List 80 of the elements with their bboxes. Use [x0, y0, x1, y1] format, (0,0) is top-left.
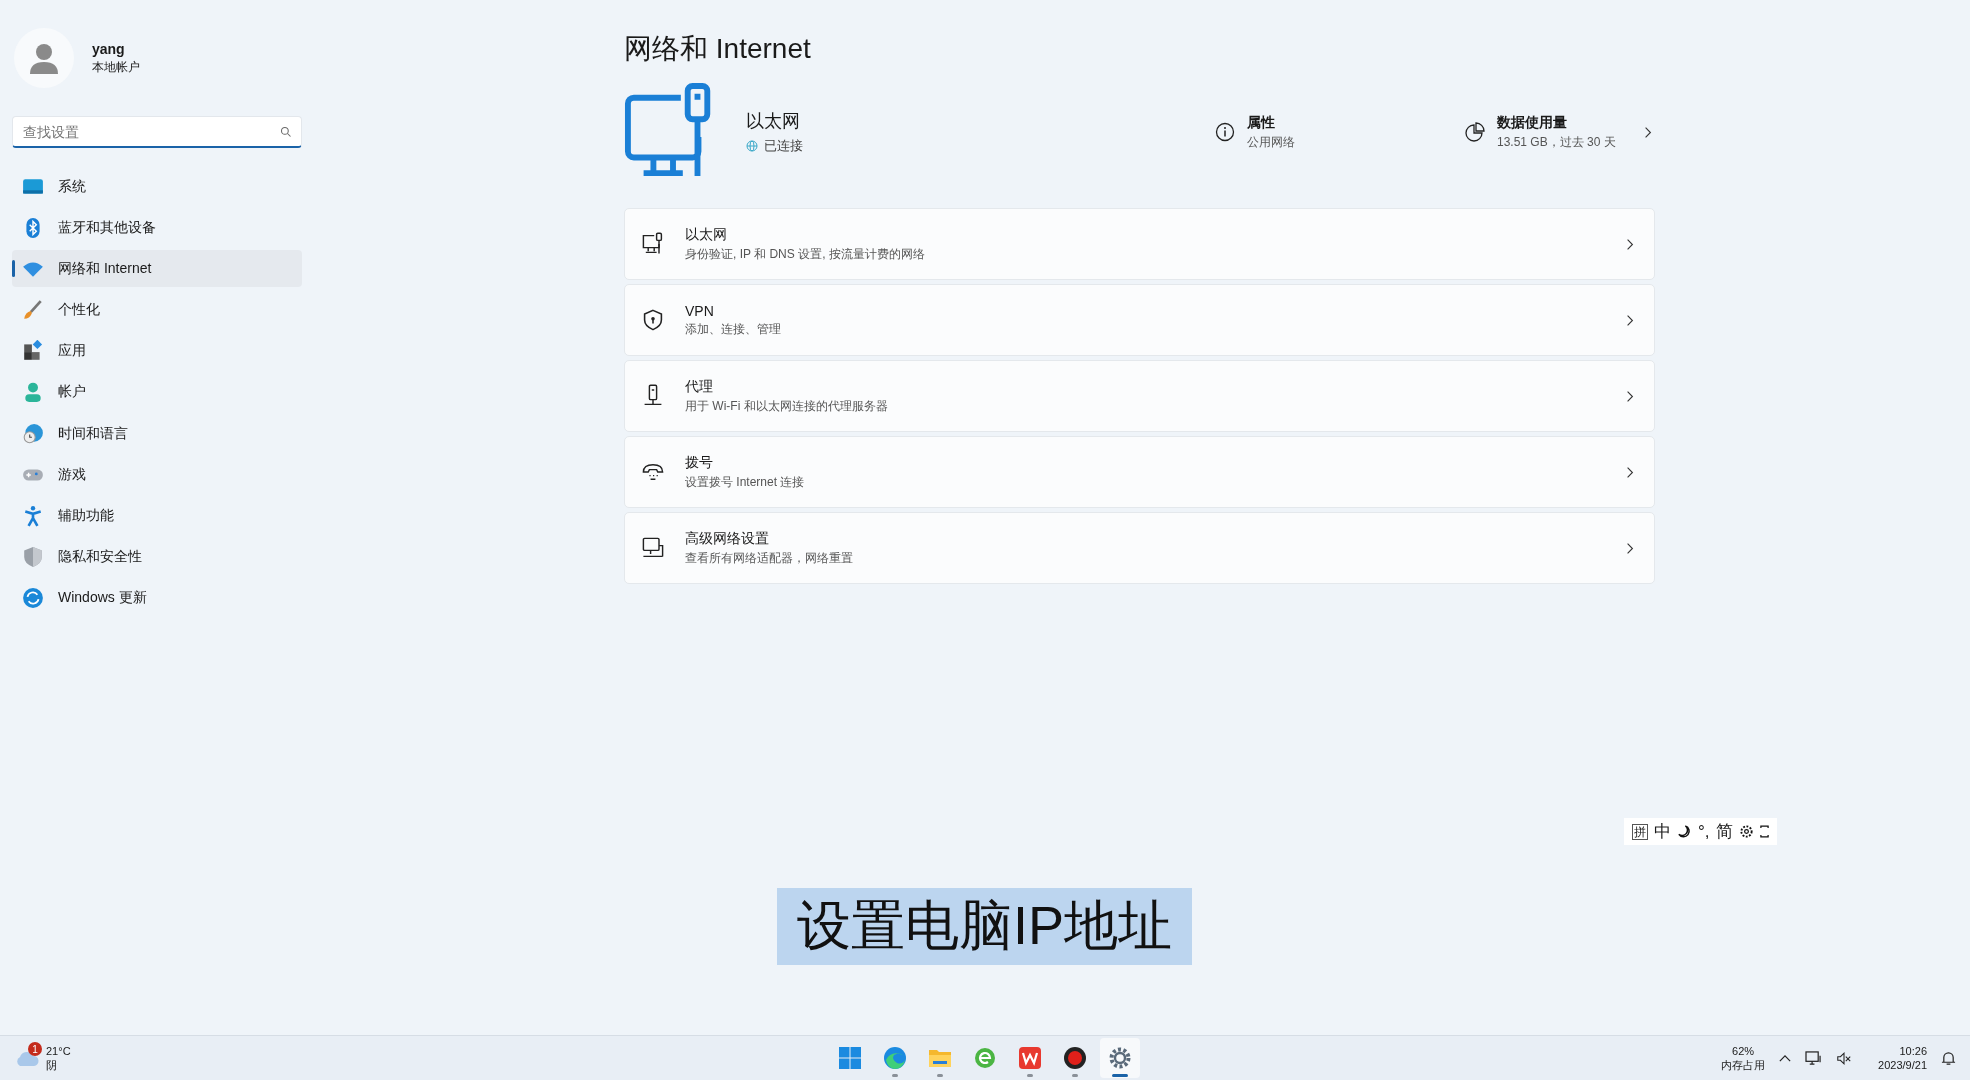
moon-icon[interactable]	[1677, 824, 1692, 839]
windows-logo-icon	[838, 1046, 862, 1070]
connection-name: 以太网	[746, 110, 801, 133]
settings-icon[interactable]	[1738, 824, 1754, 839]
settings-card[interactable]: 以太网 身份验证, IP 和 DNS 设置, 按流量计费的网络	[624, 208, 1655, 280]
ime-button[interactable]: 简	[1715, 820, 1733, 843]
clock-time: 10:26	[1898, 1044, 1927, 1058]
temperature: 21°C	[46, 1044, 71, 1058]
card-subtitle: 添加、连接、管理	[685, 320, 782, 338]
browser-wave-icon	[883, 1046, 907, 1070]
apps-icon	[22, 340, 44, 363]
record-icon	[1063, 1046, 1087, 1070]
taskbar-app[interactable]	[1100, 1038, 1140, 1078]
data-usage-link[interactable]: 数据使用量 13.51 GB，过去 30 天	[1465, 113, 1652, 151]
account-type: 本地帐户	[92, 58, 140, 76]
shield-icon	[641, 308, 665, 332]
card-subtitle: 设置拨号 Internet 连接	[685, 473, 806, 491]
brush-icon	[22, 299, 44, 322]
settings-card[interactable]: VPN 添加、连接、管理	[624, 284, 1655, 356]
search-icon	[280, 126, 292, 138]
card-subtitle: 身份验证, IP 和 DNS 设置, 按流量计费的网络	[685, 245, 926, 263]
w-logo-icon	[1018, 1046, 1042, 1070]
ime-button[interactable]: °,	[1698, 821, 1710, 842]
search-field[interactable]: 查找设置	[12, 116, 302, 148]
properties-link[interactable]: 属性 公用网络	[1215, 113, 1465, 151]
network-monitor-icon	[641, 536, 665, 560]
chevron-up-icon[interactable]	[1779, 1053, 1792, 1063]
ethernet-icon	[641, 232, 665, 256]
chevron-right-icon	[1626, 465, 1634, 479]
browser-e-icon	[973, 1046, 997, 1070]
chevron-right-icon	[1626, 389, 1634, 403]
chevron-right-icon	[1626, 541, 1634, 555]
bell-icon[interactable]	[1941, 1050, 1956, 1066]
pie-chart-icon	[1465, 122, 1485, 142]
card-subtitle: 用于 Wi-Fi 和以太网连接的代理服务器	[685, 397, 889, 415]
chevron-right-icon	[1626, 237, 1634, 251]
card-title: 以太网	[685, 225, 728, 244]
clock-date: 2023/9/21	[1878, 1058, 1927, 1072]
sidebar-item[interactable]: 辅助功能	[12, 497, 302, 535]
person-icon	[22, 381, 44, 404]
sidebar-item[interactable]: 个性化	[12, 291, 302, 329]
connection-status: 已连接	[764, 137, 803, 155]
sidebar-item[interactable]: Windows 更新	[12, 579, 302, 617]
settings-card[interactable]: 代理 用于 Wi-Fi 和以太网连接的代理服务器	[624, 360, 1655, 432]
card-title: VPN	[685, 302, 715, 319]
sync-icon	[22, 587, 44, 610]
weather-condition: 阴	[46, 1058, 58, 1072]
card-subtitle: 查看所有网络适配器，网络重置	[685, 549, 854, 567]
card-title: 拨号	[685, 453, 714, 472]
globe-clock-icon	[22, 422, 44, 445]
shield-icon	[22, 546, 44, 569]
settings-card[interactable]: 高级网络设置 查看所有网络适配器，网络重置	[624, 512, 1655, 584]
sidebar-item[interactable]: 时间和语言	[12, 415, 302, 453]
info-icon	[1215, 122, 1235, 142]
notification-badge: 1	[28, 1042, 42, 1056]
speaker-muted-icon[interactable]	[1836, 1050, 1853, 1066]
chevron-right-icon	[1643, 125, 1652, 139]
monitor-icon[interactable]	[1805, 1050, 1823, 1066]
sidebar-item[interactable]: 蓝牙和其他设备	[12, 209, 302, 247]
sidebar-item[interactable]: 隐私和安全性	[12, 538, 302, 576]
accessibility-icon	[22, 505, 44, 527]
sidebar-item[interactable]: 游戏	[12, 456, 302, 494]
ime-button[interactable]: 中	[1654, 820, 1671, 843]
settings-card[interactable]: 拨号 设置拨号 Internet 连接	[624, 436, 1655, 508]
page-title: 网络和 Internet	[624, 32, 812, 66]
expand-icon[interactable]	[1759, 824, 1769, 839]
chevron-right-icon	[1626, 313, 1634, 327]
account-name: yang	[92, 40, 126, 57]
sidebar-item[interactable]: 系统	[12, 168, 302, 205]
video-caption: 设置电脑IP地址	[777, 888, 1192, 965]
memory-label: 内存占用	[1721, 1058, 1766, 1072]
card-title: 代理	[685, 377, 714, 396]
settings-icon	[1108, 1046, 1132, 1070]
globe-icon	[746, 140, 758, 152]
sidebar-item[interactable]: 网络和 Internet	[12, 250, 302, 288]
memory-percent: 62%	[1731, 1044, 1756, 1058]
card-title: 高级网络设置	[685, 529, 770, 548]
sidebar-item[interactable]: 帐户	[12, 373, 302, 411]
ime-mode-button[interactable]: 拼	[1632, 823, 1648, 840]
sidebar-item[interactable]: 应用	[12, 332, 302, 370]
